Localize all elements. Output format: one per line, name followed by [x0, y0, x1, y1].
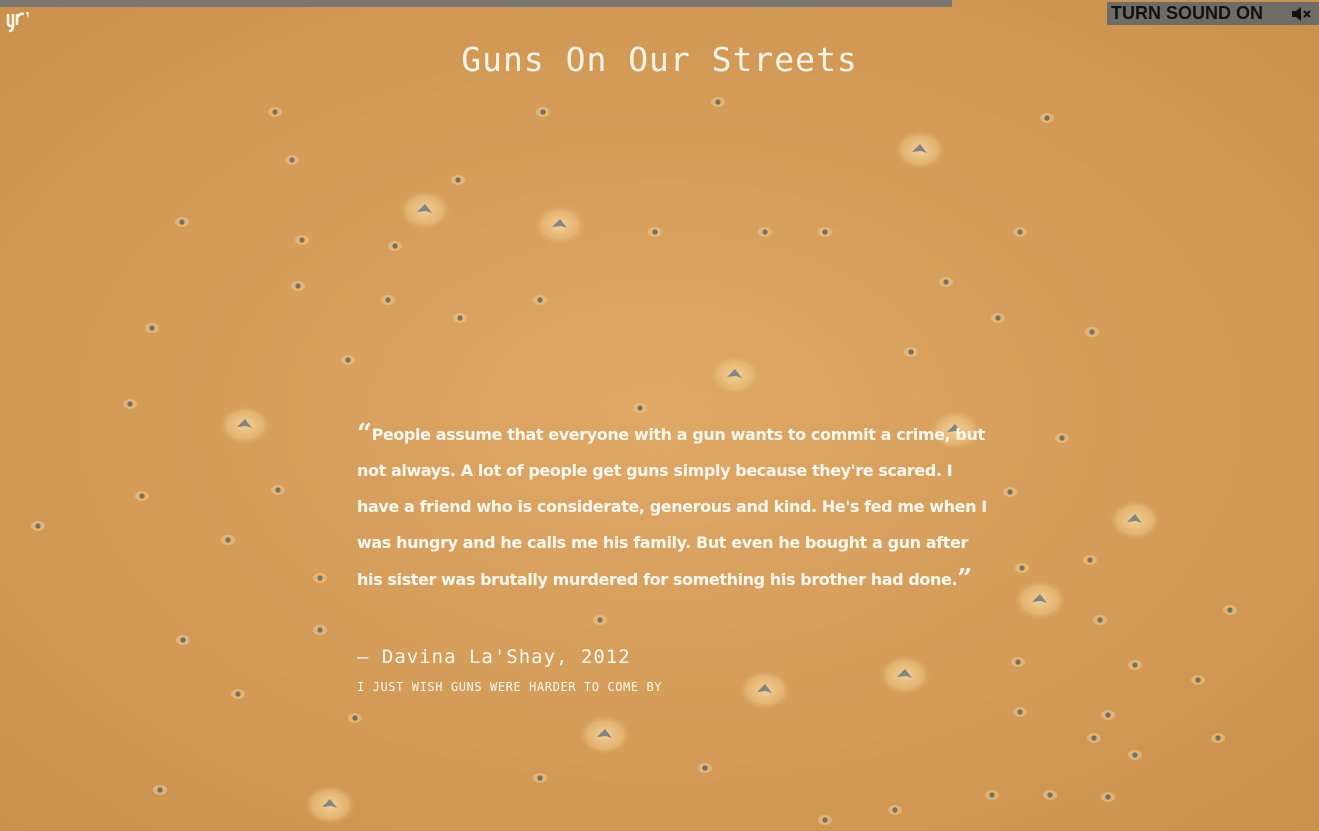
- bullet-hole: [1040, 113, 1054, 123]
- bullet-hole: [304, 785, 356, 825]
- bullet-hole: [1011, 657, 1025, 667]
- bullet-hole: [381, 295, 395, 305]
- bullet-hole: [135, 491, 149, 501]
- bullet-hole: [758, 227, 772, 237]
- bullet-hole: [1223, 605, 1237, 615]
- bullet-hole: [939, 277, 953, 287]
- close-quote-mark: ”: [957, 564, 972, 594]
- bullet-hole: [633, 403, 647, 413]
- bullet-hole: [709, 355, 761, 395]
- bullet-hole: [268, 107, 282, 117]
- bullet-hole: [711, 97, 725, 107]
- bullet-hole: [1211, 733, 1225, 743]
- bullet-hole: [271, 485, 285, 495]
- featured-quote: “People assume that everyone with a gun …: [357, 416, 987, 598]
- speaker-muted-icon: [1292, 6, 1311, 21]
- bullet-hole: [579, 715, 631, 755]
- bullet-hole: [175, 217, 189, 227]
- bullet-hole: [285, 155, 299, 165]
- bullet-hole: [453, 313, 467, 323]
- bullet-hole: [1109, 500, 1161, 540]
- bullet-hole: [888, 805, 902, 815]
- progress-bar: [0, 0, 953, 7]
- site-logo[interactable]: [5, 9, 33, 33]
- bullet-hole: [1055, 433, 1069, 443]
- bullet-hole: [1014, 580, 1066, 620]
- bullet-hole: [153, 785, 167, 795]
- bullet-hole: [341, 355, 355, 365]
- bullet-hole: [231, 689, 245, 699]
- bullet-hole: [348, 713, 362, 723]
- bullet-hole: [123, 399, 137, 409]
- bullet-hole: [534, 205, 586, 245]
- bullet-hole: [648, 227, 662, 237]
- bullet-hole: [739, 670, 791, 710]
- turn-sound-on-button[interactable]: TURN SOUND ON: [1107, 2, 1319, 25]
- bullet-hole: [1191, 675, 1205, 685]
- bullet-hole: [593, 615, 607, 625]
- bullet-hole: [1101, 710, 1115, 720]
- bullet-hole: [1083, 555, 1097, 565]
- bullet-hole: [291, 281, 305, 291]
- bullet-hole: [1087, 733, 1101, 743]
- quote-attribution: — Davina La'Shay, 2012: [357, 646, 631, 668]
- quote-caption: I JUST WISH GUNS WERE HARDER TO COME BY: [357, 680, 663, 694]
- quote-text: People assume that everyone with a gun w…: [357, 425, 987, 589]
- bullet-hole: [313, 573, 327, 583]
- sound-toggle-label: TURN SOUND ON: [1111, 3, 1263, 23]
- bullet-hole: [1128, 660, 1142, 670]
- bullet-hole: [533, 773, 547, 783]
- bullet-hole: [985, 790, 999, 800]
- bullet-hole: [388, 241, 402, 251]
- page-title: Guns On Our Streets: [461, 40, 858, 79]
- bullet-hole: [176, 635, 190, 645]
- open-quote-mark: “: [357, 419, 372, 449]
- bullet-hole: [894, 130, 946, 170]
- bullet-hole: [295, 235, 309, 245]
- bullet-hole: [904, 347, 918, 357]
- bullet-hole: [399, 190, 451, 230]
- bullet-hole: [533, 295, 547, 305]
- yr-logo-icon: [6, 12, 29, 33]
- bullet-hole: [698, 763, 712, 773]
- bullet-hole: [1043, 790, 1057, 800]
- bullet-hole: [536, 107, 550, 117]
- bullet-hole: [221, 535, 235, 545]
- bullet-hole: [1013, 707, 1027, 717]
- bullet-hole: [313, 625, 327, 635]
- bullet-hole: [31, 521, 45, 531]
- bullet-hole: [818, 227, 832, 237]
- bullet-hole: [1085, 327, 1099, 337]
- bullet-hole: [1093, 615, 1107, 625]
- bullet-hole: [1015, 563, 1029, 573]
- bullet-hole: [145, 323, 159, 333]
- bullet-hole: [1003, 487, 1017, 497]
- bullet-hole: [451, 175, 465, 185]
- bullet-hole: [879, 655, 931, 695]
- bullet-hole: [1128, 750, 1142, 760]
- bullet-hole: [1013, 227, 1027, 237]
- bullet-hole: [219, 405, 271, 445]
- bullet-hole: [1101, 792, 1115, 802]
- bullet-hole: [818, 815, 832, 825]
- bullet-hole: [991, 313, 1005, 323]
